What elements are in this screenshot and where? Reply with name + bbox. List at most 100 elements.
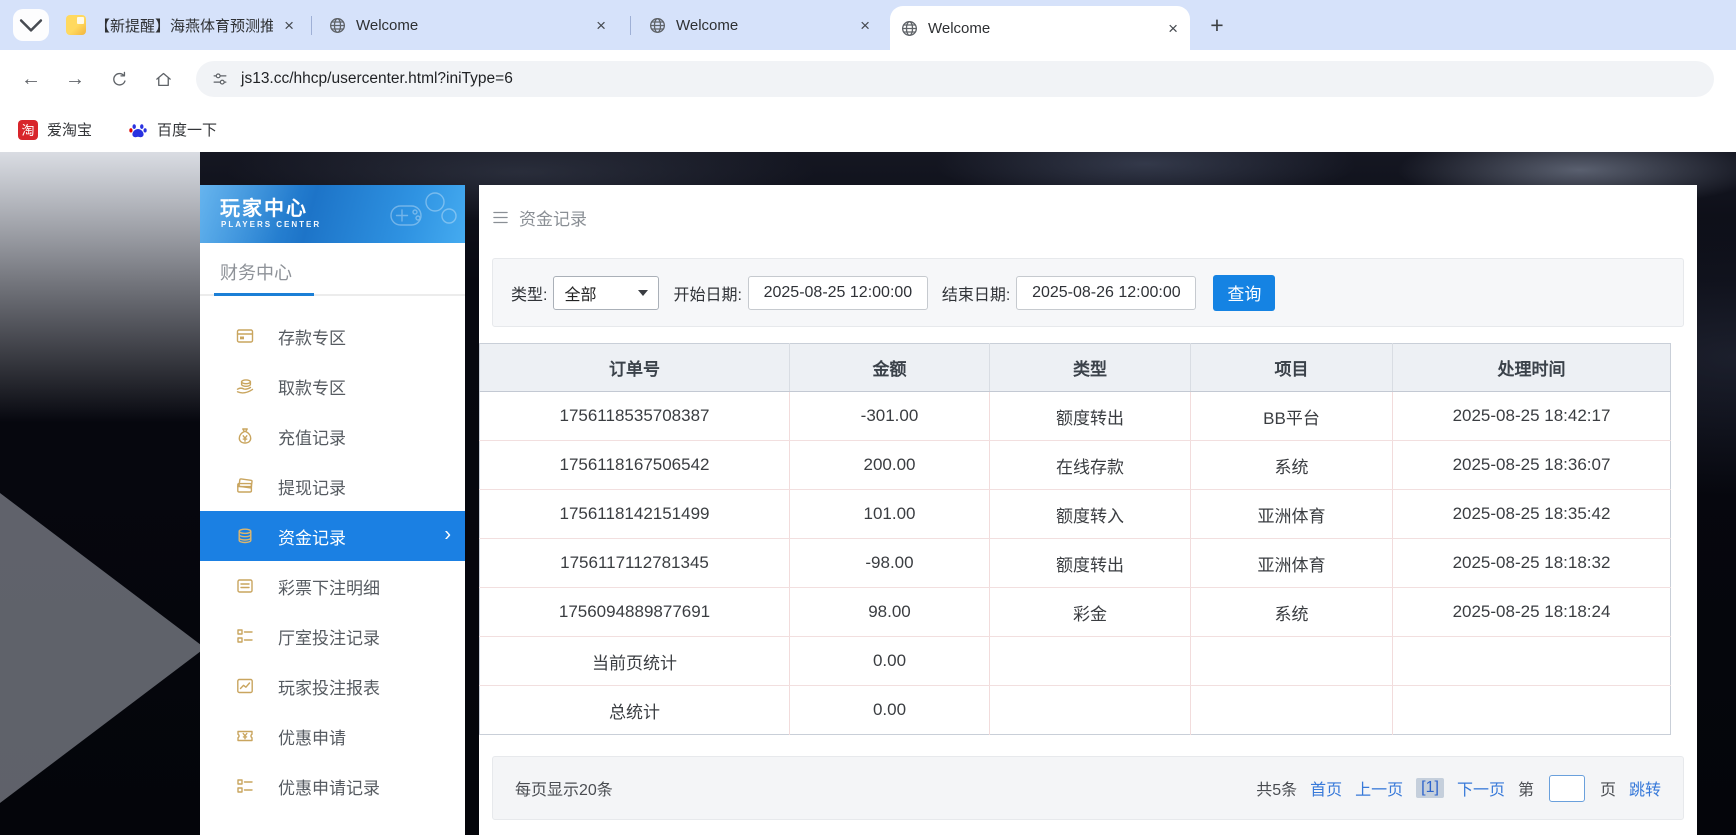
tab-welcome-active[interactable]: Welcome × xyxy=(890,6,1190,50)
site-settings-icon[interactable] xyxy=(211,70,229,88)
tab-welcome-2[interactable]: Welcome × xyxy=(638,0,882,50)
sidebar-item-label: 提现记录 xyxy=(278,474,346,499)
sidebar-item[interactable]: 彩票下注明细 xyxy=(200,561,465,611)
bookmark-label: 百度一下 xyxy=(157,119,217,140)
reload-icon xyxy=(110,70,129,89)
total-count-text: 共5条 xyxy=(1256,776,1297,800)
table-row: 1756117112781345-98.00额度转出亚洲体育2025-08-25… xyxy=(480,539,1671,588)
start-date-label: 开始日期: xyxy=(673,281,741,305)
baidu-paw-icon xyxy=(128,120,148,140)
tab-search-button[interactable] xyxy=(13,9,49,41)
table-cell: BB平台 xyxy=(1191,392,1393,441)
sidebar-item[interactable]: 玩家投注报表 xyxy=(200,661,465,711)
home-icon xyxy=(154,70,173,89)
withdraw-hand-icon xyxy=(235,376,255,396)
close-icon[interactable]: × xyxy=(1166,18,1180,39)
table-cell: 2025-08-25 18:42:17 xyxy=(1393,392,1671,441)
sidebar-item[interactable]: 存款专区 xyxy=(200,311,465,361)
table-cell: 2025-08-25 18:18:32 xyxy=(1393,539,1671,588)
bookmark-label: 爱淘宝 xyxy=(47,119,92,140)
table-cell xyxy=(990,637,1191,686)
browser-window: 【新提醒】海燕体育预测推荐区 × Welcome × Welcome × Wel… xyxy=(0,0,1736,835)
sidebar-item[interactable]: 优惠申请 xyxy=(200,711,465,761)
sidebar-item-label: 存款专区 xyxy=(278,324,346,349)
sidebar-item-label: 充值记录 xyxy=(278,424,346,449)
sidebar-item-label: 优惠申请 xyxy=(278,724,346,749)
sidebar-section-title: 财务中心 xyxy=(220,259,292,285)
close-icon[interactable]: × xyxy=(858,15,872,36)
table-cell xyxy=(990,686,1191,735)
jump-page-input[interactable] xyxy=(1549,775,1585,802)
wallet-icon xyxy=(235,476,255,496)
filter-bar: 类型: 全部 开始日期: 结束日期: 查询 xyxy=(492,258,1684,327)
reload-button[interactable] xyxy=(104,64,134,94)
table-body: 1756118535708387-301.00额度转出BB平台2025-08-2… xyxy=(480,392,1671,735)
taobao-icon: 淘 xyxy=(18,120,38,140)
table-cell: 系统 xyxy=(1191,588,1393,637)
sidebar-item[interactable]: 提现记录 xyxy=(200,461,465,511)
table-cell: 1756118535708387 xyxy=(480,392,790,441)
address-bar[interactable]: js13.cc/hhcp/usercenter.html?iniType=6 xyxy=(196,61,1714,97)
table-row: 1756118167506542200.00在线存款系统2025-08-25 1… xyxy=(480,441,1671,490)
home-button[interactable] xyxy=(148,64,178,94)
close-icon[interactable]: × xyxy=(594,15,608,36)
prev-page-link[interactable]: 上一页 xyxy=(1355,776,1403,800)
table-cell: 1756117112781345 xyxy=(480,539,790,588)
tab-strip: 【新提醒】海燕体育预测推荐区 × Welcome × Welcome × Wel… xyxy=(0,0,1736,50)
table-cell: 亚洲体育 xyxy=(1191,539,1393,588)
end-date-input[interactable] xyxy=(1016,276,1196,310)
type-select-value: 全部 xyxy=(564,281,596,305)
tab-title: Welcome xyxy=(928,20,1157,37)
table-header-cell: 处理时间 xyxy=(1393,344,1671,392)
funds-table: 订单号金额类型项目处理时间 1756118535708387-301.00额度转… xyxy=(479,343,1671,735)
deposit-card-icon xyxy=(235,326,255,346)
sidebar-item[interactable]: 取款专区 xyxy=(200,361,465,411)
table-cell: 2025-08-25 18:18:24 xyxy=(1393,588,1671,637)
table-cell: 总统计 xyxy=(480,686,790,735)
next-page-link[interactable]: 下一页 xyxy=(1457,776,1505,800)
sidebar-header: 玩家中心 PLAYERS CENTER xyxy=(200,185,465,243)
back-button[interactable]: ← xyxy=(16,64,46,94)
table-cell: 98.00 xyxy=(790,588,990,637)
query-button[interactable]: 查询 xyxy=(1213,275,1275,311)
table-cell: 0.00 xyxy=(790,686,990,735)
sidebar-item[interactable]: 资金记录› xyxy=(200,511,465,561)
sidebar-item[interactable]: 优惠申请记录 xyxy=(200,761,465,811)
close-icon[interactable]: × xyxy=(282,15,296,36)
table-cell: 额度转入 xyxy=(990,490,1191,539)
table-cell xyxy=(1393,637,1671,686)
first-page-link[interactable]: 首页 xyxy=(1310,776,1342,800)
list-icon xyxy=(235,776,255,796)
jump-prefix-label: 第 xyxy=(1518,776,1534,800)
sidebar-item[interactable]: 充值记录 xyxy=(200,411,465,461)
pagination-bar: 每页显示20条 共5条 首页 上一页 [1] 下一页 第 页 跳转 xyxy=(492,756,1684,820)
jump-button[interactable]: 跳转 xyxy=(1629,776,1661,800)
browser-toolbar: ← → js13.cc/hhcp/usercenter.html?iniType… xyxy=(0,50,1736,107)
current-page-badge: [1] xyxy=(1416,778,1444,798)
bookmark-baidu[interactable]: 百度一下 xyxy=(128,119,217,140)
sidebar-item[interactable]: 厅室投注记录 xyxy=(200,611,465,661)
money-bag-icon xyxy=(235,426,255,446)
tab-welcome-1[interactable]: Welcome × xyxy=(318,0,618,50)
sidebar-item-label: 玩家投注报表 xyxy=(278,674,380,699)
list-icon xyxy=(235,626,255,646)
new-tab-button[interactable]: + xyxy=(1202,10,1232,40)
sidebar-divider xyxy=(200,294,465,296)
sidebar-item-label: 彩票下注明细 xyxy=(278,574,380,599)
tab-separator xyxy=(311,16,312,35)
table-cell: 101.00 xyxy=(790,490,990,539)
bookmark-taobao[interactable]: 淘 爱淘宝 xyxy=(18,119,92,140)
table-header-cell: 类型 xyxy=(990,344,1191,392)
start-date-input[interactable] xyxy=(748,276,928,310)
forward-button[interactable]: → xyxy=(60,64,90,94)
table-header-cell: 订单号 xyxy=(480,344,790,392)
table-cell: 1756118142151499 xyxy=(480,490,790,539)
type-select[interactable]: 全部 xyxy=(553,276,659,310)
coins-icon xyxy=(235,526,255,546)
page-content: 玩家中心 PLAYERS CENTER 财务中心 存款专区取款专区充值记录提现记… xyxy=(0,152,1736,835)
chart-icon xyxy=(235,676,255,696)
tab-title: Welcome xyxy=(356,17,585,34)
table-header-cell: 项目 xyxy=(1191,344,1393,392)
table-cell: 亚洲体育 xyxy=(1191,490,1393,539)
tab-haiyan[interactable]: 【新提醒】海燕体育预测推荐区 × xyxy=(56,0,306,50)
